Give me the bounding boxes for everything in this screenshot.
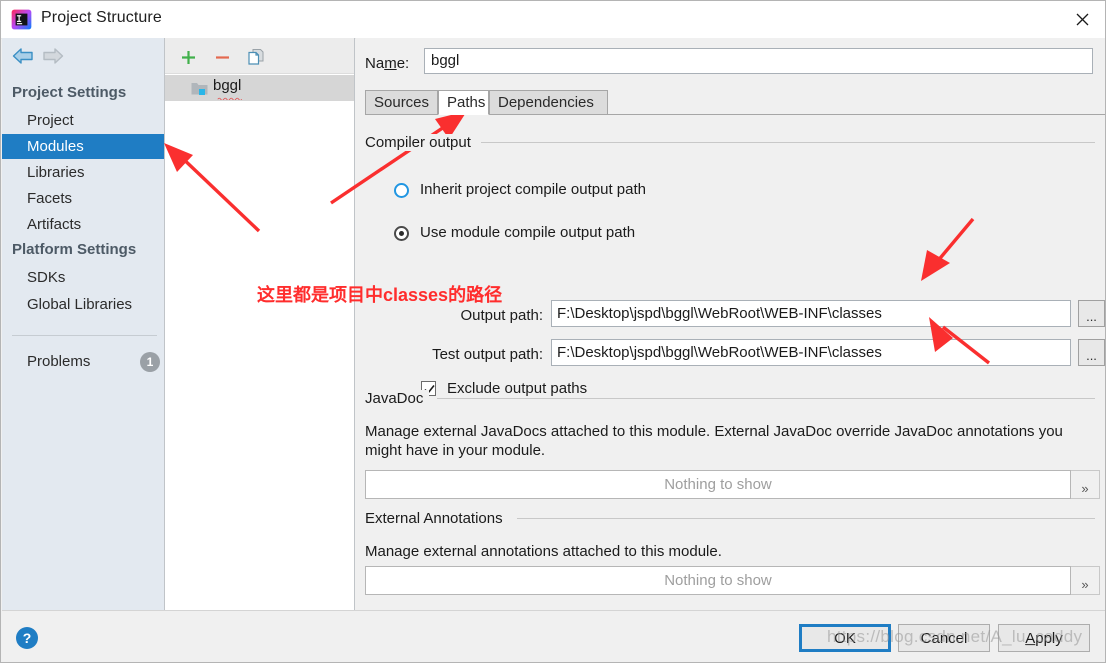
sidebar-group-project-settings: Project Settings xyxy=(12,84,127,101)
project-structure-dialog: Project Structure Project Settings Proje… xyxy=(0,0,1106,663)
compiler-output-group: Compiler output Inherit project compile … xyxy=(365,134,1105,397)
navigation-arrows xyxy=(2,38,164,74)
javadoc-description: Manage external JavaDocs attached to thi… xyxy=(365,423,1063,459)
sidebar-item-problems[interactable]: Problems 1 xyxy=(2,350,164,376)
copy-icon[interactable] xyxy=(245,46,267,68)
sidebar-item-facets[interactable]: Facets xyxy=(2,186,164,211)
module-tabs: Sources Paths Dependencies xyxy=(365,90,1105,115)
watermark: https://blog.csdn.net/A_lu_caddy xyxy=(827,627,1083,646)
tab-sources[interactable]: Sources xyxy=(365,90,438,115)
test-output-path-label: Test output path: xyxy=(432,346,543,363)
group-divider xyxy=(517,518,1095,519)
module-list-panel: bggl xyxy=(165,38,355,610)
radio-button-selected xyxy=(394,226,409,241)
tab-dependencies[interactable]: Dependencies xyxy=(489,90,608,115)
external-annotations-group: External Annotations Manage external ann… xyxy=(365,510,1100,620)
close-icon[interactable] xyxy=(1059,1,1105,37)
intellij-idea-logo xyxy=(11,9,32,30)
list-item[interactable]: bggl xyxy=(165,75,354,101)
sidebar-item-project[interactable]: Project xyxy=(2,108,164,133)
output-path-browse-button[interactable]: ... xyxy=(1078,300,1105,327)
annotation-note: 这里都是项目中classes的路径 xyxy=(257,285,503,305)
javadoc-group: JavaDoc Manage external JavaDocs attache… xyxy=(365,390,1100,530)
spellcheck-squiggle-icon xyxy=(217,97,243,100)
arrow-left-icon[interactable] xyxy=(12,48,34,69)
radio-button-unselected xyxy=(394,183,409,198)
sidebar-item-global-libraries[interactable]: Global Libraries xyxy=(2,292,164,317)
problems-label: Problems xyxy=(27,353,91,370)
compiler-output-group-title: Compiler output xyxy=(365,134,477,151)
help-icon[interactable]: ? xyxy=(16,627,38,649)
output-path-label: Output path: xyxy=(460,307,543,324)
arrow-right-icon xyxy=(42,48,64,69)
external-annotations-expand-button[interactable]: » xyxy=(1071,566,1100,595)
javadoc-list[interactable]: Nothing to show xyxy=(365,470,1071,499)
name-input[interactable]: bggl xyxy=(424,48,1093,74)
module-list-toolbar xyxy=(165,38,354,74)
module-settings-panel: Name: bggl Sources Paths Dependencies Co… xyxy=(356,38,1105,610)
external-annotations-list[interactable]: Nothing to show xyxy=(365,566,1071,595)
radio-label: Inherit project compile output path xyxy=(420,181,646,198)
group-divider xyxy=(481,142,1095,143)
javadoc-group-title: JavaDoc xyxy=(365,390,430,407)
sidebar-item-sdks[interactable]: SDKs xyxy=(2,265,164,290)
javadoc-expand-button[interactable]: » xyxy=(1071,470,1100,499)
window-title: Project Structure xyxy=(41,9,162,26)
sidebar-item-artifacts[interactable]: Artifacts xyxy=(2,212,164,237)
status-badge: 1 xyxy=(140,352,160,372)
title-bar: Project Structure xyxy=(1,1,1105,39)
name-field-label: Name: xyxy=(365,55,410,72)
settings-sidebar: Project Settings Project Modules Librari… xyxy=(2,38,165,610)
sidebar-divider xyxy=(12,335,157,336)
tab-paths[interactable]: Paths xyxy=(438,90,489,115)
sidebar-group-platform-settings: Platform Settings xyxy=(12,241,137,258)
radio-label: Use module compile output path xyxy=(420,224,636,241)
test-output-path-input[interactable]: F:\Desktop\jspd\bggl\WebRoot\WEB-INF\cla… xyxy=(551,339,1071,366)
minus-icon[interactable] xyxy=(211,46,233,68)
output-path-input[interactable]: F:\Desktop\jspd\bggl\WebRoot\WEB-INF\cla… xyxy=(551,300,1071,327)
test-output-path-browse-button[interactable]: ... xyxy=(1078,339,1105,366)
plus-icon[interactable] xyxy=(177,46,199,68)
sidebar-item-modules[interactable]: Modules xyxy=(2,134,164,159)
external-annotations-description: Manage external annotations attached to … xyxy=(365,543,722,560)
module-folder-icon xyxy=(191,83,208,95)
list-item-label: bggl xyxy=(213,77,242,94)
sidebar-item-libraries[interactable]: Libraries xyxy=(2,160,164,185)
group-divider xyxy=(437,398,1095,399)
external-annotations-group-title: External Annotations xyxy=(365,510,509,527)
